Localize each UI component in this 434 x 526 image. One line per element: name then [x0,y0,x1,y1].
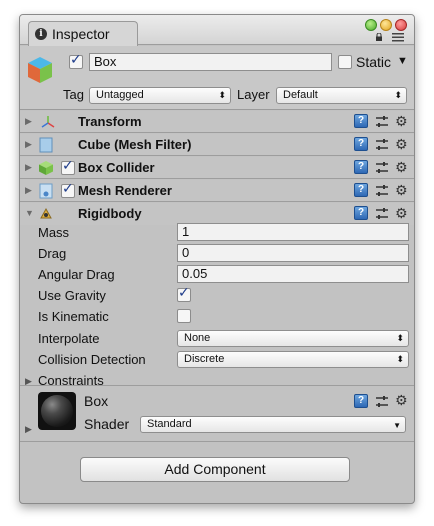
help-icon[interactable]: ? [354,137,368,151]
component-title: Cube (Mesh Filter) [78,137,192,152]
angular-drag-label: Angular Drag [38,267,115,282]
component-title: Transform [78,114,142,129]
fold-right-icon[interactable]: ▶ [25,162,32,173]
chevron-down-icon: ▼ [393,421,401,430]
material-name: Box [84,393,109,409]
gear-icon[interactable]: ⚙ [395,207,408,221]
layer-label: Layer [237,87,270,102]
preset-icon[interactable] [375,184,389,198]
material-section: Box Shader Standard ▼ ▶ ? ⚙ [20,386,414,442]
interpolate-dropdown[interactable]: None ⬍ [177,330,409,347]
layer-dropdown[interactable]: Default ⬍ [276,87,407,104]
menu-icon[interactable] [392,33,404,42]
tag-value: Untagged [96,89,144,101]
fold-down-icon[interactable]: ▼ [25,208,34,218]
inspector-window: i Inspector Box Static ▼ Tag Untagged [19,14,415,504]
close-button[interactable] [395,19,407,31]
chevron-updown-icon: ⬍ [218,90,226,100]
title-bar: i Inspector [20,15,414,46]
gameobject-cube-icon [28,57,52,83]
gameobject-header: Box Static ▼ Tag Untagged ⬍ Layer Defaul… [20,46,414,110]
fold-right-icon[interactable]: ▶ [25,139,32,150]
help-icon[interactable]: ? [354,394,368,408]
use-gravity-checkbox[interactable] [177,285,191,302]
help-icon[interactable]: ? [354,206,368,220]
tab-label: Inspector [52,26,110,42]
rigidbody-icon [40,207,52,219]
add-component-button[interactable]: Add Component [80,457,350,482]
tab-inspector[interactable]: i Inspector [28,21,138,46]
chevron-updown-icon: ⬍ [394,90,402,100]
is-kinematic-label: Is Kinematic [38,309,109,324]
angular-drag-field[interactable]: 0.05 [177,265,409,283]
collision-detection-label: Collision Detection [38,352,146,367]
mass-field[interactable]: 1 [177,223,409,241]
help-icon[interactable]: ? [354,183,368,197]
fold-right-icon[interactable]: ▶ [25,185,32,196]
component-mesh-filter[interactable]: ▶ Cube (Mesh Filter) ? ⚙ [20,134,414,156]
lock-icon[interactable] [375,33,383,41]
gear-icon[interactable]: ⚙ [395,138,408,152]
drag-field[interactable]: 0 [177,244,409,262]
is-kinematic-checkbox[interactable] [177,309,191,323]
static-dropdown-icon[interactable]: ▼ [397,55,408,67]
preset-icon[interactable] [375,138,389,152]
active-checkbox[interactable] [69,52,83,69]
gear-icon[interactable]: ⚙ [395,161,408,175]
zoom-button[interactable] [365,19,377,31]
fold-right-icon[interactable]: ▶ [25,116,32,127]
help-icon[interactable]: ? [354,114,368,128]
material-preview-thumbnail[interactable] [38,392,76,430]
mass-label: Mass [38,225,70,240]
tag-dropdown[interactable]: Untagged ⬍ [89,87,231,104]
preset-icon[interactable] [375,395,389,409]
rigidbody-properties: Mass 1 Drag 0 Angular Drag 0.05 Use Grav… [20,223,414,388]
mesh-filter-icon [39,137,53,153]
preset-icon[interactable] [375,207,389,221]
preset-icon[interactable] [375,161,389,175]
mesh-renderer-icon [39,183,53,199]
drag-label: Drag [38,246,67,261]
minimize-button[interactable] [380,19,392,31]
tag-label: Tag [63,87,84,102]
help-icon[interactable]: ? [354,160,368,174]
interpolate-label: Interpolate [38,331,100,346]
chevron-updown-icon: ⬍ [396,354,404,364]
gear-icon[interactable]: ⚙ [395,184,408,198]
preset-icon[interactable] [375,115,389,129]
material-fold-icon[interactable]: ▶ [25,424,32,435]
component-rigidbody[interactable]: ▼ Rigidbody ? ⚙ [20,203,414,225]
component-title: Rigidbody [78,206,142,221]
component-title: Box Collider [78,160,155,175]
static-label: Static [356,54,392,70]
collision-detection-dropdown[interactable]: Discrete ⬍ [177,351,409,368]
box-collider-enabled-checkbox[interactable] [61,158,75,175]
use-gravity-label: Use Gravity [38,288,106,303]
name-field[interactable]: Box [89,53,332,71]
transform-icon [41,116,55,128]
interpolate-value: None [184,332,211,344]
static-checkbox[interactable] [338,55,352,69]
collision-detection-value: Discrete [184,353,225,365]
layer-value: Default [283,89,318,101]
box-collider-icon [39,161,53,175]
gear-icon[interactable]: ⚙ [395,394,408,408]
component-box-collider[interactable]: ▶ Box Collider ? ⚙ [20,157,414,179]
component-title: Mesh Renderer [78,183,172,198]
component-mesh-renderer[interactable]: ▶ Mesh Renderer ? ⚙ [20,180,414,202]
chevron-updown-icon: ⬍ [396,333,404,343]
mesh-renderer-enabled-checkbox[interactable] [61,181,75,198]
gear-icon[interactable]: ⚙ [395,115,408,129]
info-icon: i [35,28,47,40]
shader-label: Shader [84,416,130,432]
shader-value: Standard [147,418,192,430]
component-transform[interactable]: ▶ Transform ? ⚙ [20,111,414,133]
shader-dropdown[interactable]: Standard ▼ [140,416,406,433]
